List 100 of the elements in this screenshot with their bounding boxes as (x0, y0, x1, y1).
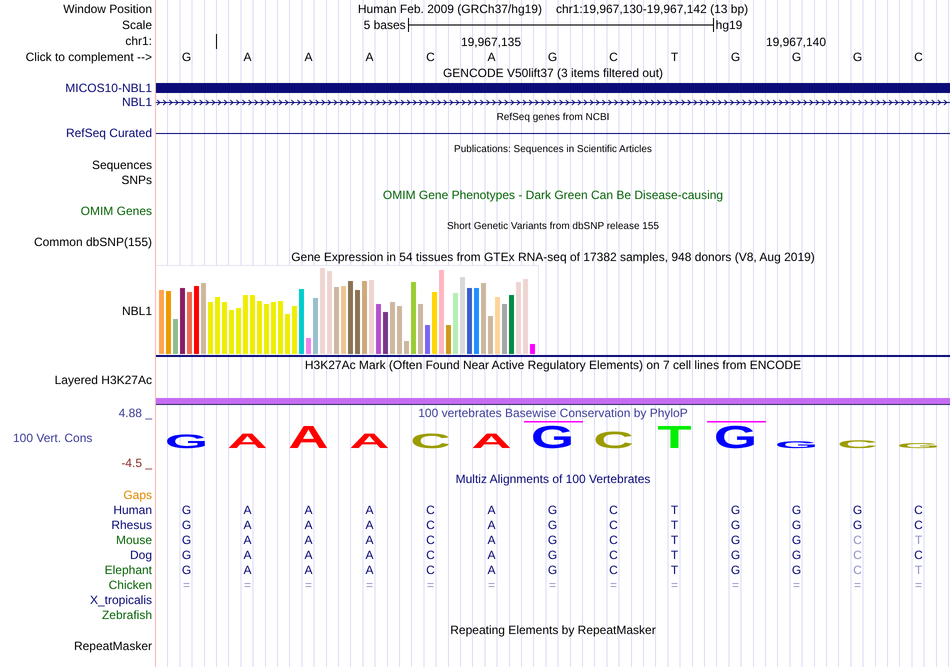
logo-letter: T (657, 420, 692, 450)
base-letter[interactable]: A (365, 50, 374, 64)
aligned-base: G (548, 562, 558, 576)
aligned-base: A (487, 532, 496, 546)
aligned-base: A (243, 562, 252, 576)
logo-letter: A (227, 429, 268, 450)
aligned-base: T (670, 548, 678, 562)
track-label[interactable]: Sequences (92, 158, 152, 172)
track-title: RefSeq genes from NCBI (496, 112, 610, 122)
aligned-base: G (182, 502, 192, 516)
track-label[interactable]: Human (113, 502, 152, 516)
aligned-base: A (243, 532, 252, 546)
aligned-base: T (670, 518, 678, 532)
aligned-base: C (426, 518, 435, 532)
track-label: Window Position (63, 2, 152, 16)
track-label[interactable]: Layered H3K27Ac (54, 373, 152, 387)
ruler-tick (216, 34, 217, 49)
aligned-base: = (670, 578, 678, 592)
aligned-base: G (182, 548, 192, 562)
aligned-base: T (670, 532, 678, 546)
aligned-base: G (548, 518, 558, 532)
aligned-base: T (914, 532, 922, 546)
base-letter[interactable]: C (609, 50, 618, 64)
logo-letter: A (349, 429, 390, 450)
aligned-base: C (426, 548, 435, 562)
aligned-base: A (365, 548, 374, 562)
aligned-base: A (365, 502, 374, 516)
aligned-base: C (914, 502, 923, 516)
aligned-base: G (730, 502, 740, 516)
aligned-base: G (182, 532, 192, 546)
base-letter[interactable]: G (852, 50, 862, 64)
base-letter[interactable]: C (914, 50, 923, 64)
track-title: Short Genetic Variants from dbSNP release 155 (447, 220, 659, 232)
track-label[interactable]: MICOS10-NBL1 (65, 81, 152, 95)
track-label[interactable]: Dog (130, 548, 152, 562)
aligned-base: G (792, 502, 802, 516)
aligned-base: C (609, 502, 618, 516)
track-label[interactable]: Zebrafish (102, 608, 152, 622)
track-title: 100 vertebrates Basewise Conservation by PhyloP (418, 406, 688, 420)
aligned-base: C (609, 532, 618, 546)
aligned-base: G (730, 548, 740, 562)
track-label[interactable]: X_tropicalis (90, 592, 152, 606)
aligned-base: T (914, 562, 922, 576)
aligned-base: G (730, 518, 740, 532)
track-label[interactable]: Common dbSNP(155) (34, 234, 152, 248)
aligned-base: C (426, 532, 435, 546)
aligned-base: G (182, 562, 192, 576)
aligned-base: = (792, 578, 800, 592)
track-label[interactable]: Rhesus (111, 518, 152, 532)
track-label[interactable]: RepeatMasker (74, 638, 152, 652)
gene-line[interactable] (156, 132, 950, 134)
aligned-base: = (366, 578, 373, 592)
aligned-base: A (304, 518, 312, 532)
aligned-base: C (914, 548, 923, 562)
base-letter[interactable]: G (182, 50, 192, 64)
aligned-base: T (670, 502, 678, 516)
logo-letter: C (410, 429, 451, 450)
base-letter[interactable]: A (304, 50, 312, 64)
aligned-base: C (426, 502, 435, 516)
track-title: OMIM Gene Phenotypes - Dark Green Can Be Disease-causing (382, 188, 724, 202)
aligned-base: A (365, 532, 374, 546)
track-label[interactable]: SNPs (121, 172, 152, 186)
base-letter[interactable]: A (487, 50, 496, 64)
track-label[interactable]: NBL1 (122, 304, 152, 318)
base-letter[interactable]: G (730, 50, 740, 64)
aligned-base: G (730, 532, 740, 546)
base-letter[interactable]: A (243, 50, 252, 64)
track-label[interactable]: Click to complement --> (26, 50, 152, 64)
aligned-base: = (426, 578, 434, 592)
logo-letter: A (471, 429, 512, 450)
aligned-base: G (792, 562, 802, 576)
track-label[interactable]: OMIM Genes (80, 204, 152, 218)
track-title: Gene Expression in 54 tissues from GTEx RNA-seq of 17382 samples, 948 donors (V8, Aug 2019) (291, 250, 815, 264)
track-label[interactable]: 100 Vert. Cons (0, 431, 152, 445)
aligned-base: G (730, 562, 740, 576)
aligned-base: G (852, 518, 862, 532)
base-letter[interactable]: G (792, 50, 802, 64)
aligned-base: A (243, 502, 252, 516)
aligned-base: A (304, 548, 312, 562)
aligned-base: = (610, 578, 617, 592)
aligned-base: = (854, 578, 861, 592)
aligned-base: A (487, 502, 496, 516)
track-label[interactable]: Chicken (108, 578, 152, 592)
position-text: chr1:19,967,130-19,967,142 (13 bp) (556, 2, 748, 16)
aligned-base: C (609, 548, 618, 562)
base-letter[interactable]: G (548, 50, 558, 64)
aligned-base: C (609, 562, 618, 576)
axis-min-label: -4.5 _ (121, 456, 152, 470)
track-label[interactable]: NBL1 (122, 95, 152, 109)
aligned-base: A (243, 518, 252, 532)
base-letter[interactable]: T (670, 50, 678, 64)
track-label[interactable]: RefSeq Curated (66, 126, 152, 140)
aligned-base: A (304, 562, 312, 576)
aligned-base: = (488, 578, 495, 592)
aligned-base: A (304, 502, 312, 516)
aligned-base: C (426, 562, 435, 576)
aligned-base: G (852, 502, 862, 516)
track-label[interactable]: Elephant (104, 562, 152, 576)
base-letter[interactable]: C (426, 50, 435, 64)
track-label[interactable]: Mouse (116, 532, 152, 546)
